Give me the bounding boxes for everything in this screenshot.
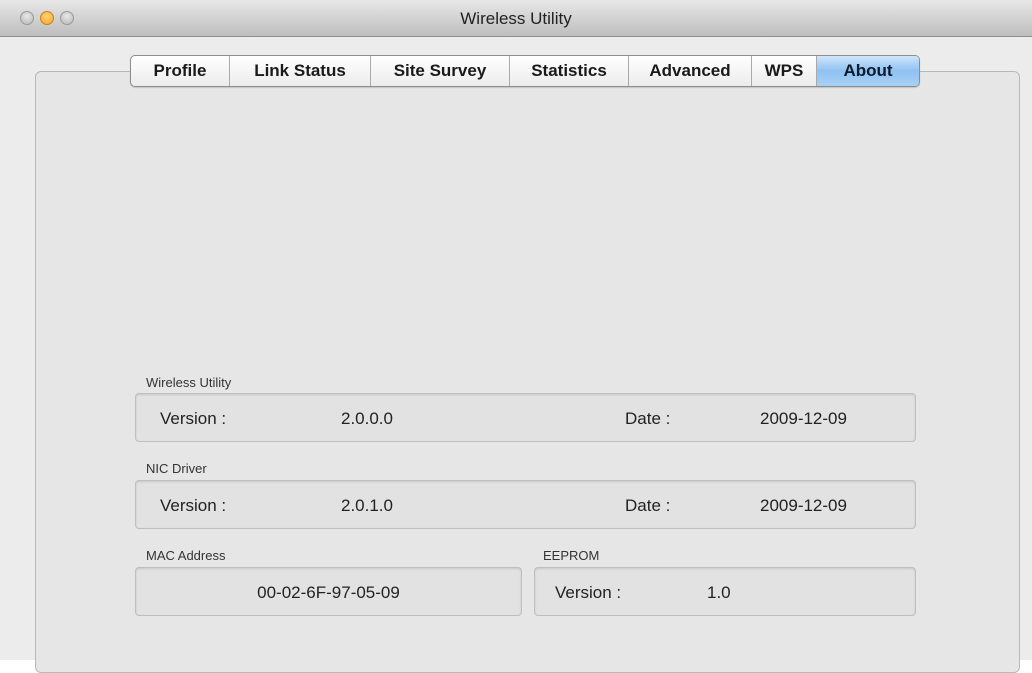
tab-profile[interactable]: Profile: [131, 56, 230, 86]
tab-bar: Profile Link Status Site Survey Statisti…: [130, 55, 920, 87]
wireless-utility-box: Version : 2.0.0.0 Date : 2009-12-09: [135, 393, 916, 442]
nic-driver-date-label: Date :: [625, 496, 671, 515]
tab-site-survey[interactable]: Site Survey: [371, 56, 510, 86]
eeprom-group-label: EEPROM: [543, 548, 600, 563]
nic-driver-date-value: 2009-12-09: [760, 496, 847, 515]
window-content: Profile Link Status Site Survey Statisti…: [0, 37, 1032, 673]
eeprom-box: Version : 1.0: [534, 567, 916, 616]
app-window: Wireless Utility Profile Link Status Sit…: [0, 0, 1032, 673]
nic-driver-group-label: NIC Driver: [146, 461, 207, 476]
wireless-utility-version-label: Version :: [160, 409, 227, 428]
nic-driver-version-label: Version :: [160, 496, 227, 515]
mac-address-group-label: MAC Address: [146, 548, 226, 563]
window-title: Wireless Utility: [460, 9, 572, 28]
wireless-utility-group-label: Wireless Utility: [146, 375, 232, 390]
tab-statistics[interactable]: Statistics: [510, 56, 629, 86]
mac-address-value: 00-02-6F-97-05-09: [257, 583, 400, 602]
nic-driver-version-value: 2.0.1.0: [341, 496, 393, 515]
wireless-utility-date-value: 2009-12-09: [760, 409, 847, 428]
tab-wps[interactable]: WPS: [752, 56, 817, 86]
tab-about[interactable]: About: [817, 56, 919, 86]
title-bar[interactable]: Wireless Utility: [0, 0, 1032, 37]
tab-link-status[interactable]: Link Status: [230, 56, 371, 86]
eeprom-version-value: 1.0: [707, 583, 731, 602]
wireless-utility-version-value: 2.0.0.0: [341, 409, 393, 428]
nic-driver-box: Version : 2.0.1.0 Date : 2009-12-09: [135, 480, 916, 529]
wireless-utility-date-label: Date :: [625, 409, 671, 428]
eeprom-version-label: Version :: [555, 583, 622, 602]
tab-advanced[interactable]: Advanced: [629, 56, 752, 86]
mac-address-box: 00-02-6F-97-05-09: [135, 567, 522, 616]
